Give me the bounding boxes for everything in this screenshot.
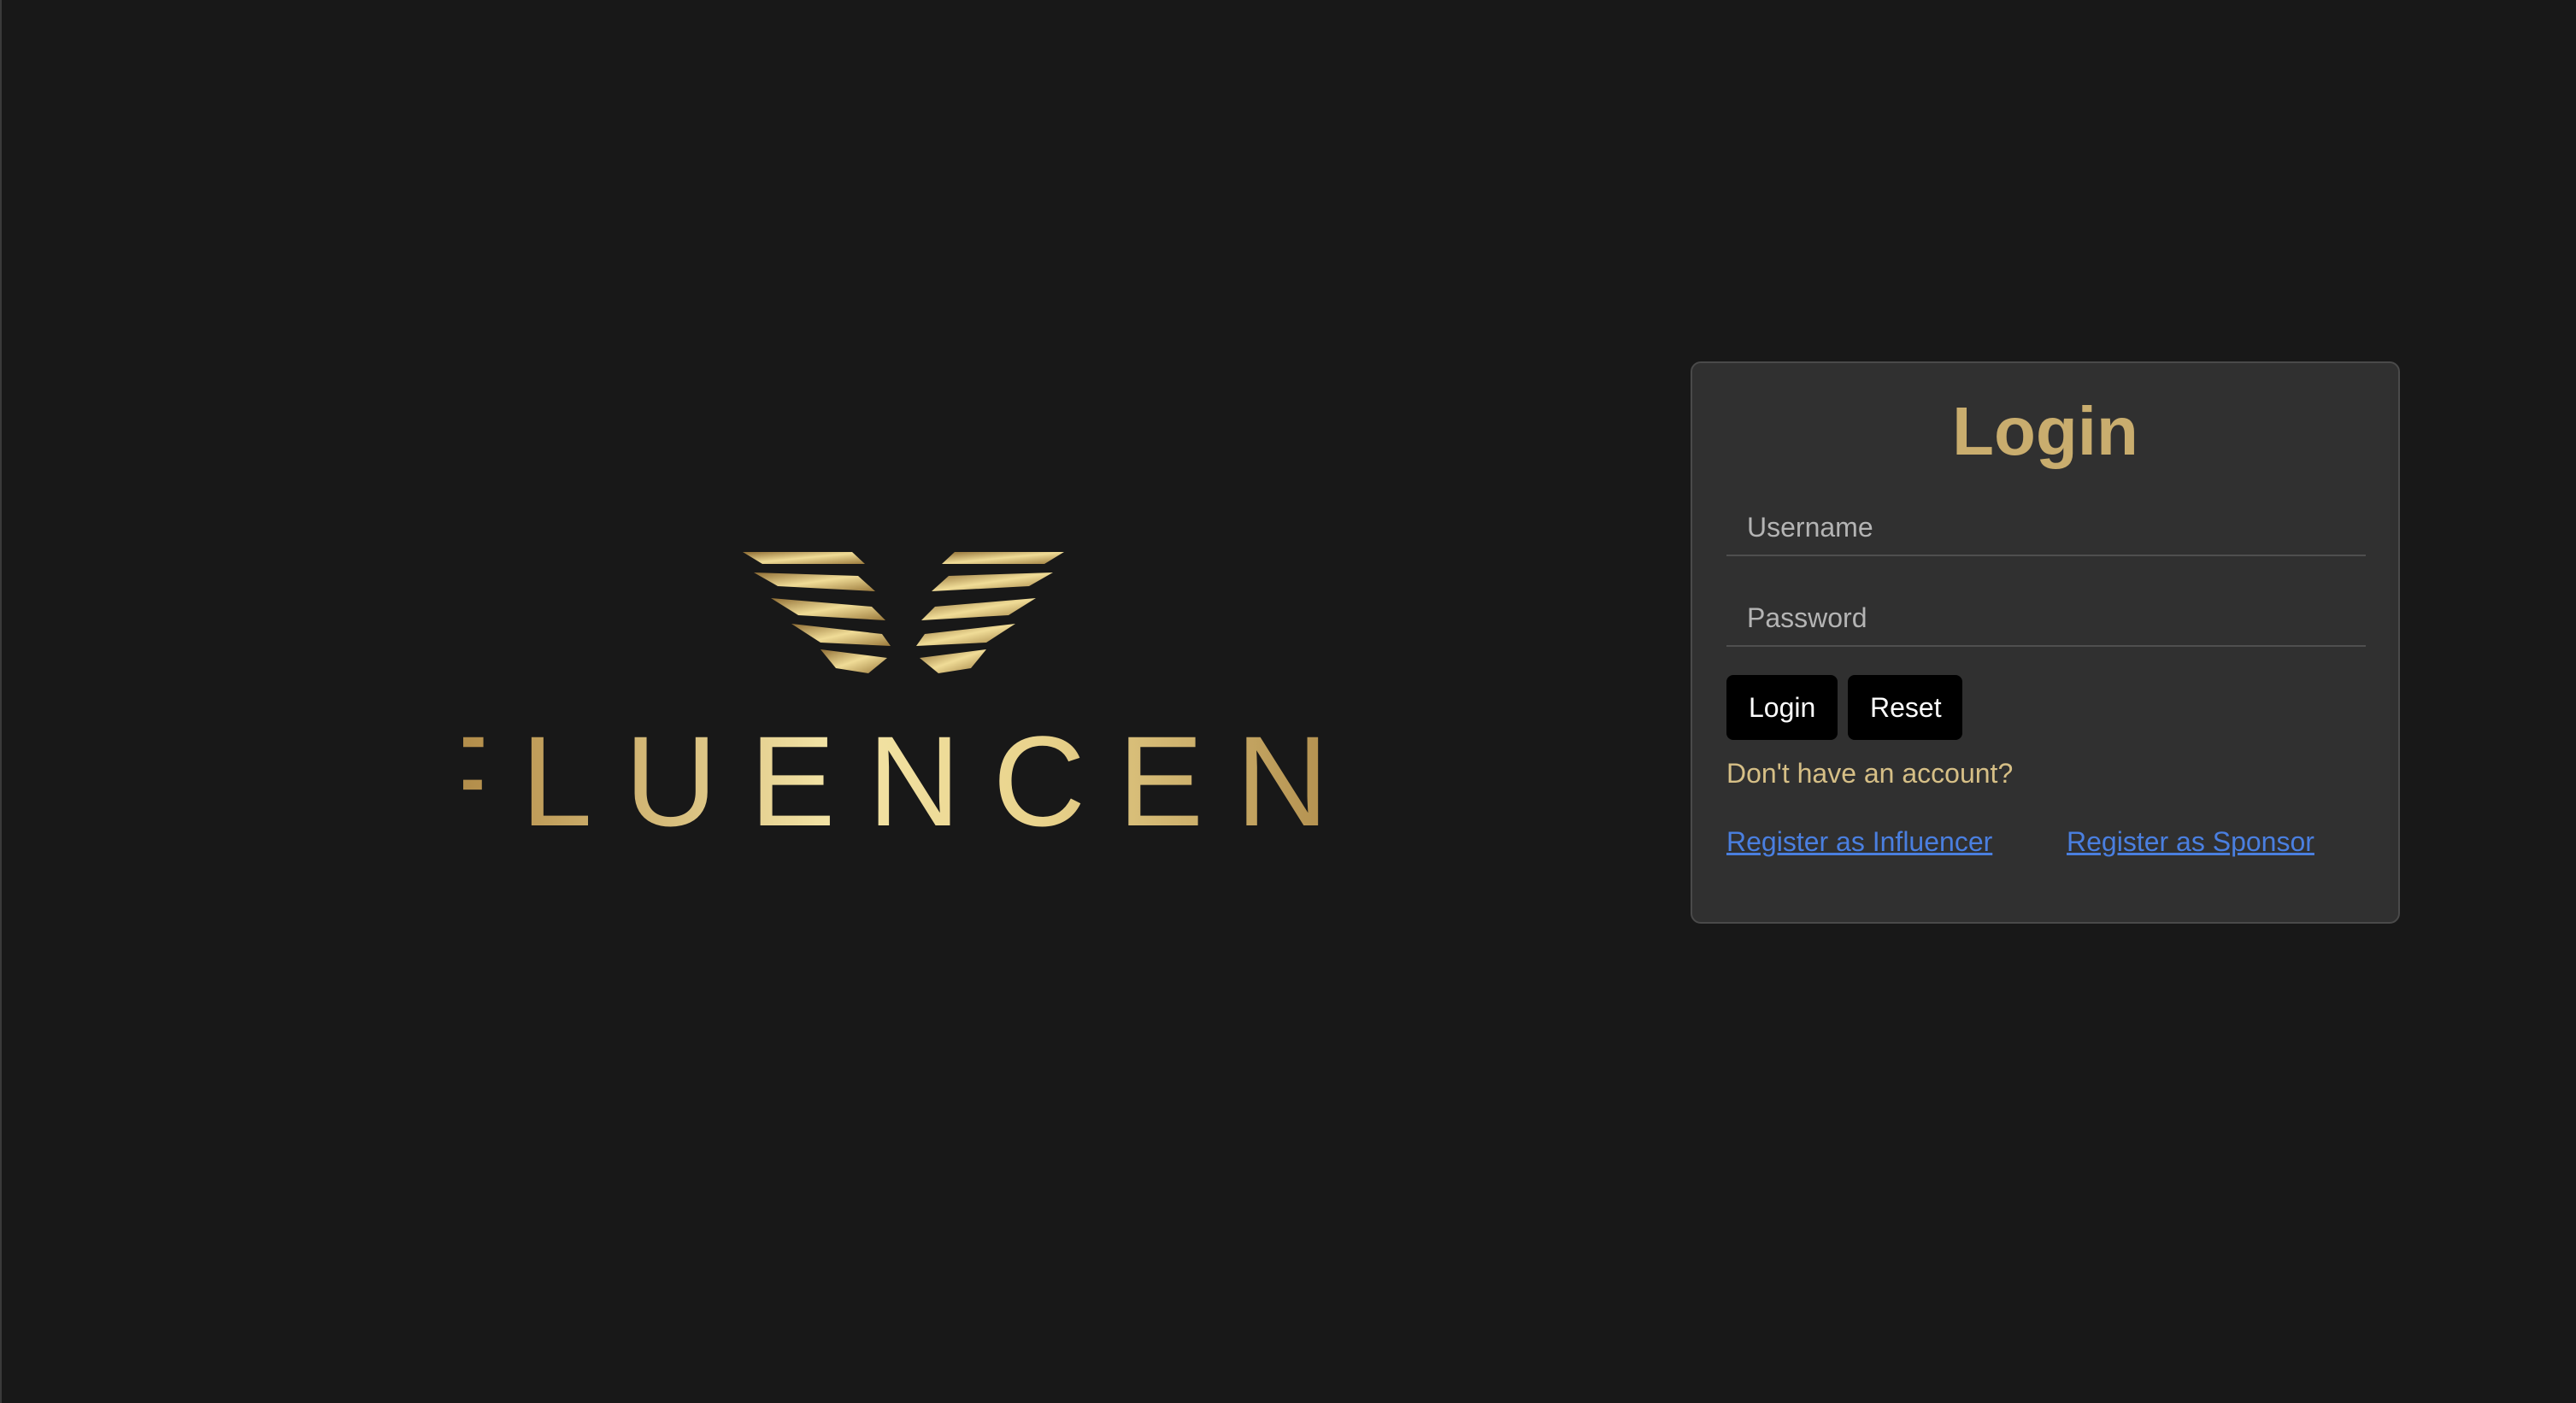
username-input[interactable] <box>1726 500 2366 555</box>
password-field-wrapper <box>1726 590 2366 647</box>
logo-wordmark: INFLUENCENET <box>463 709 1344 846</box>
login-title: Login <box>1952 393 2138 469</box>
login-button[interactable]: Login <box>1726 675 1838 740</box>
register-influencer-link[interactable]: Register as Influencer <box>1726 826 1992 858</box>
password-input[interactable] <box>1726 590 2366 645</box>
login-card: Login Login Reset Don't have an account?… <box>1691 361 2400 924</box>
register-sponsor-link[interactable]: Register as Sponsor <box>2067 826 2314 858</box>
no-account-text: Don't have an account? <box>1726 758 2014 789</box>
brand-logo: INFLUENCENET <box>463 538 1344 846</box>
login-page: INFLUENCENET Login Login Reset Don't hav… <box>0 0 2576 1403</box>
reset-button[interactable]: Reset <box>1848 675 1962 740</box>
wings-icon: INFLUENCENET <box>463 552 1344 846</box>
username-field-wrapper <box>1726 500 2366 556</box>
